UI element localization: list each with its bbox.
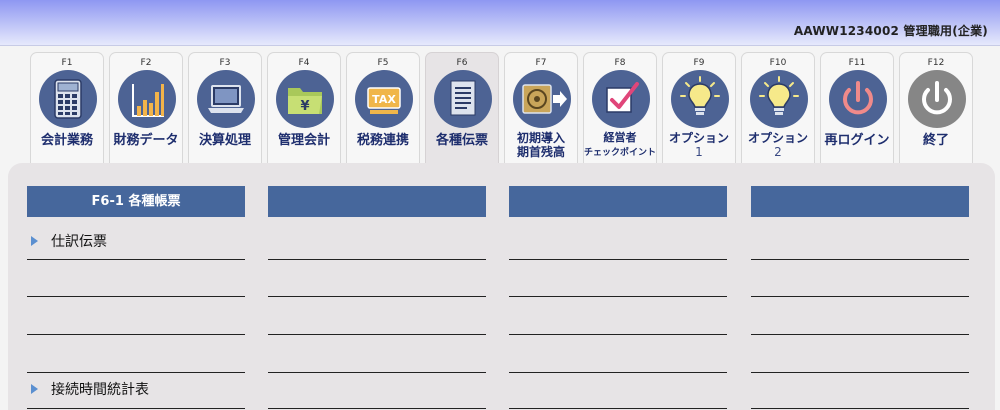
- tab-label: オプション 2: [742, 131, 814, 159]
- row-divider: [751, 372, 969, 373]
- lightbulb-icon: [750, 70, 808, 128]
- play-arrow-icon: [31, 236, 38, 246]
- power-icon: [829, 70, 887, 128]
- column-header-vouchers: F6-1 各種帳票: [27, 186, 245, 217]
- tab-f6-vouchers[interactable]: F6 各種伝票: [425, 52, 499, 164]
- tab-label: 各種伝票: [435, 133, 488, 148]
- row-divider: [268, 334, 486, 335]
- row-divider: [27, 408, 245, 409]
- menu-item-label: 仕訳伝票: [51, 234, 107, 250]
- row-divider: [27, 296, 245, 297]
- row-divider: [268, 296, 486, 297]
- tab-label: 財務データ: [113, 133, 179, 148]
- tab-label: 税務連携: [356, 133, 409, 148]
- tab-f8-executive-checkpoint[interactable]: F8 経営者 チェックポイント: [583, 52, 657, 164]
- tab-f10-option-2[interactable]: F10 オプション 2: [741, 52, 815, 164]
- row-divider: [27, 372, 245, 373]
- tab-key: F2: [140, 58, 152, 68]
- tab-label: 管理会計: [277, 133, 330, 148]
- function-tabs: F1 会計業務 F2 財務データ F3 決算処理 F4 ¥ 管理会計 F5 TA…: [30, 52, 980, 164]
- calculator-icon: [39, 70, 97, 128]
- checkbox-icon: [592, 70, 650, 128]
- yen-folder-icon: ¥: [276, 70, 334, 128]
- row-divider: [268, 372, 486, 373]
- tax-icon: TAX: [355, 70, 413, 128]
- tab-label-line2: 2: [774, 145, 782, 159]
- tab-f3-closing[interactable]: F3 決算処理: [188, 52, 262, 164]
- row-divider: [509, 408, 727, 409]
- column-header-2: [268, 186, 486, 217]
- row-divider: [751, 408, 969, 409]
- tab-label-line2: 期首残高: [516, 145, 565, 159]
- tab-label: 再ログイン: [824, 133, 890, 148]
- tab-key: F1: [61, 58, 73, 68]
- tab-key: F4: [298, 58, 310, 68]
- header-band: AAWW1234002 管理職用(企業): [0, 0, 1000, 46]
- tab-key: F11: [848, 58, 866, 68]
- tab-key: F8: [614, 58, 626, 68]
- tab-key: F3: [219, 58, 231, 68]
- svg-text:TAX: TAX: [372, 93, 396, 106]
- row-divider: [509, 259, 727, 260]
- tab-label-line2: チェックポイント: [584, 148, 657, 158]
- tab-label: オプション 1: [663, 131, 735, 159]
- tab-key: F12: [927, 58, 945, 68]
- laptop-icon: [197, 70, 255, 128]
- disc-export-icon: [513, 70, 571, 128]
- row-divider: [509, 372, 727, 373]
- tab-label-line1: 経営者: [603, 131, 637, 144]
- tab-key: F10: [769, 58, 787, 68]
- tab-f9-option-1[interactable]: F9 オプション 1: [662, 52, 736, 164]
- bar-chart-icon: [118, 70, 176, 128]
- tab-label-line2: 1: [695, 145, 703, 159]
- tab-label: 終了: [922, 133, 949, 148]
- column-header-3: [509, 186, 727, 217]
- user-label: AAWW1234002 管理職用(企業): [793, 24, 988, 38]
- tab-f12-exit[interactable]: F12 終了: [899, 52, 973, 164]
- tab-f2-financial-data[interactable]: F2 財務データ: [109, 52, 183, 164]
- tab-f5-tax-link[interactable]: F5 TAX 税務連携: [346, 52, 420, 164]
- tab-label: 初期導入 期首残高: [505, 131, 577, 159]
- document-icon: [434, 70, 492, 128]
- lightbulb-icon: [671, 70, 729, 128]
- row-divider: [509, 296, 727, 297]
- tab-label-line1: 初期導入: [516, 131, 565, 145]
- row-divider: [27, 259, 245, 260]
- svg-text:¥: ¥: [300, 99, 309, 114]
- tab-label: 経営者 チェックポイント: [584, 131, 656, 160]
- tab-key: F6: [456, 58, 468, 68]
- menu-item-connection-stats[interactable]: 接続時間統計表: [31, 380, 149, 400]
- power-icon: [908, 70, 966, 128]
- row-divider: [509, 334, 727, 335]
- row-divider: [751, 334, 969, 335]
- play-arrow-icon: [31, 384, 38, 394]
- row-divider: [268, 408, 486, 409]
- tab-label: 決算処理: [198, 133, 251, 148]
- row-divider: [751, 296, 969, 297]
- tab-key: F9: [693, 58, 705, 68]
- tab-f4-management-accounting[interactable]: F4 ¥ 管理会計: [267, 52, 341, 164]
- row-divider: [268, 259, 486, 260]
- tab-label-line1: オプション: [747, 131, 808, 145]
- menu-item-label: 接続時間統計表: [51, 382, 149, 398]
- menu-item-journal-voucher[interactable]: 仕訳伝票: [31, 232, 107, 252]
- tab-key: F7: [535, 58, 547, 68]
- tab-f7-initial-setup[interactable]: F7 初期導入 期首残高: [504, 52, 578, 164]
- tab-label-line1: オプション: [668, 131, 729, 145]
- tab-f1-accounting[interactable]: F1 会計業務: [30, 52, 104, 164]
- tab-label: 会計業務: [40, 133, 93, 148]
- tab-key: F5: [377, 58, 389, 68]
- row-divider: [27, 334, 245, 335]
- column-header-4: [751, 186, 969, 217]
- tab-f11-relogin[interactable]: F11 再ログイン: [820, 52, 894, 164]
- row-divider: [751, 259, 969, 260]
